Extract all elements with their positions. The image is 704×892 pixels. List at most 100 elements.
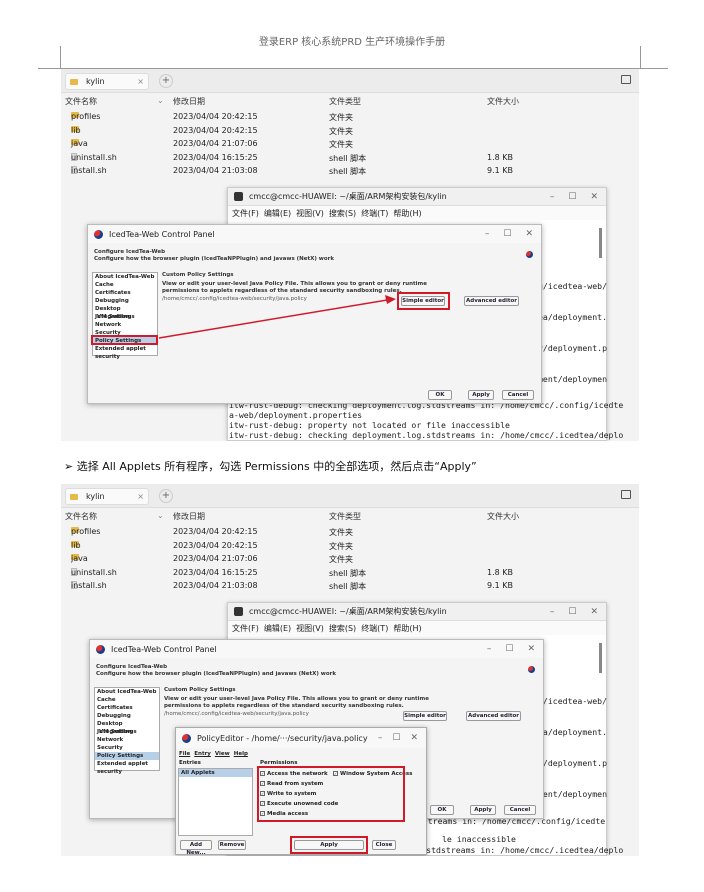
nav-desktop-integration[interactable]: Desktop Integration [95,720,159,735]
file-row[interactable]: uninstall.sh 2023/04/04 16:15:25 shell 脚本 1… [61,567,639,581]
entries-label: Entries [179,760,201,766]
file-date: 2023/04/04 21:07:06 [173,554,258,563]
file-date: 2023/04/04 16:15:25 [173,567,258,577]
file-name-label: lib [71,540,81,550]
terminal-icon [234,607,243,616]
policy-editor-menubar: File Entry View Help [179,751,248,757]
tab-bar: kylin × + [61,484,639,508]
file-row[interactable]: install.sh 2023/04/04 21:03:08 shell 脚本 9.1… [61,581,639,594]
maximize-icon[interactable]: ☐ [392,733,400,743]
file-list-header: 文件名称 ⌄ 修改日期 文件类型 文件大小 [61,511,639,525]
remove-button[interactable]: Remove [218,840,246,850]
file-name-label: install.sh [71,581,107,590]
terminal-fragment: ea/deployment. [538,727,608,737]
tab-close-icon[interactable]: × [137,492,144,501]
policy-editor-title: PolicyEditor - /home/···/security/java.p… [197,733,368,743]
advanced-editor-button[interactable]: Advanced editor [466,711,521,721]
policy-description-2: permissions to applets regardless of the… [164,703,404,709]
cancel-button[interactable]: Cancel [504,805,536,815]
file-row[interactable]: lib 2023/04/04 20:42:15 文件夹 [61,540,639,554]
new-tab-button[interactable]: + [159,489,173,503]
close-icon[interactable]: ✕ [527,644,535,654]
col-type[interactable]: 文件类型 [329,511,361,522]
menu-view[interactable]: View [215,751,230,757]
menu-edit[interactable]: 编辑(E) [264,623,291,634]
terminal-menubar: 文件(F) 编辑(E) 视图(V) 搜索(S) 终端(T) 帮助(H) [228,621,606,635]
highlight-apply [290,836,368,854]
sort-chevron-icon[interactable]: ⌄ [157,511,164,520]
file-name-label: uninstall.sh [71,567,117,577]
file-row[interactable]: profiles 2023/04/04 20:42:15 文件夹 [61,527,639,540]
menu-entry[interactable]: Entry [194,751,211,757]
file-type: 文件夹 [329,555,353,564]
menu-search[interactable]: 搜索(S) [329,623,356,634]
entries-list: All Applets [178,768,253,836]
close-icon[interactable]: ✕ [410,733,418,743]
menu-file[interactable]: 文件(F) [232,623,259,634]
entry-all-applets[interactable]: All Applets [179,769,252,777]
instruction-text: ➢ 选择 All Applets 所有程序，勾选 Permissions 中的全… [64,460,477,473]
col-date[interactable]: 修改日期 [173,511,205,522]
nav-cache[interactable]: Cache [95,696,159,704]
minimize-icon[interactable]: – [378,733,383,743]
view-menu-icon[interactable] [621,490,631,499]
nav-about[interactable]: About IcedTea-Web [95,688,159,696]
close-icon[interactable]: ✕ [590,607,598,617]
policy-editor-titlebar: PolicyEditor - /home/···/security/java.p… [176,728,426,748]
col-size[interactable]: 文件大小 [487,511,519,522]
menu-terminal[interactable]: 终端(T) [361,623,388,634]
menu-help[interactable]: Help [234,751,248,757]
file-name-label: java [71,554,88,563]
nav-jvm-settings[interactable]: JVM Settings [95,728,159,736]
menu-file[interactable]: File [179,751,190,757]
nav-network[interactable]: Network [95,736,159,744]
menu-view[interactable]: 视图(V) [296,623,324,634]
terminal-scrollbar[interactable] [599,643,602,673]
configure-title: Configure IcedTea-Web [96,664,168,670]
nav-security[interactable]: Security [95,744,159,752]
add-new-button[interactable]: Add New... [180,840,212,856]
annotation-arrow [158,295,396,339]
tab-label: kylin [86,492,105,501]
page-header: 登录ERP 核心系统PRD 生产环境操作手册 [258,37,446,48]
apply-button[interactable]: Apply [470,805,496,815]
tab-kylin[interactable]: kylin × [65,488,149,505]
minimize-icon[interactable]: – [487,644,492,654]
terminal-fragment: g/icedtea-web/ [538,696,608,706]
minimize-icon[interactable]: – [550,607,555,617]
java-icon [182,733,191,743]
file-date: 2023/04/04 20:42:15 [173,527,258,536]
nav-certificates[interactable]: Certificates [95,704,159,712]
header-margin-left [60,46,61,68]
menu-help[interactable]: 帮助(H) [393,623,421,634]
configure-subtitle: Configure how the browser plugin (IcedTe… [96,671,337,677]
simple-editor-button[interactable]: Simple editor [403,711,447,721]
maximize-icon[interactable]: ☐ [505,644,513,654]
screenshot-1: kylin × + 文件名称 ⌄ 修改日期 文件类型 文件大小 profiles… [61,69,639,441]
maximize-icon[interactable]: ☐ [568,607,576,617]
terminal-line: le inaccessible [442,834,516,844]
terminal-fragment: ment/deploymen [538,789,608,799]
terminal-titlebar: cmcc@cmcc-HUAWEI: ~/桌面/ARM架构安装包/kylin – … [228,603,606,621]
col-name[interactable]: 文件名称 [65,511,97,522]
ok-button[interactable]: OK [430,805,454,815]
nav-debugging[interactable]: Debugging [95,712,159,720]
file-row[interactable]: java 2023/04/04 21:07:06 文件夹 [61,554,639,567]
close-button[interactable]: Close [372,840,396,850]
file-type: 文件夹 [329,541,353,551]
policy-editor-window: PolicyEditor - /home/···/security/java.p… [175,727,427,856]
file-type: shell 脚本 [329,582,367,591]
nav-extended-applet-security[interactable]: Extended applet security [95,760,159,775]
policy-path: /home/cmcc/.config/icedtea-web/security/… [164,711,309,717]
highlight-permissions [257,766,405,822]
file-name-label: profiles [71,527,101,536]
file-size: 9.1 KB [487,581,513,590]
file-type: 文件夹 [329,528,353,537]
icedtea-titlebar: IcedTea-Web Control Panel – ☐ ✕ [90,640,543,658]
nav-policy-settings[interactable]: Policy Settings [95,752,159,760]
file-date: 2023/04/04 20:42:15 [173,540,258,550]
file-size: 1.8 KB [487,567,513,577]
terminal-fragment: y/deployment.p [538,758,608,768]
header-margin-right [640,46,641,68]
section-title: Custom Policy Settings [164,687,236,693]
